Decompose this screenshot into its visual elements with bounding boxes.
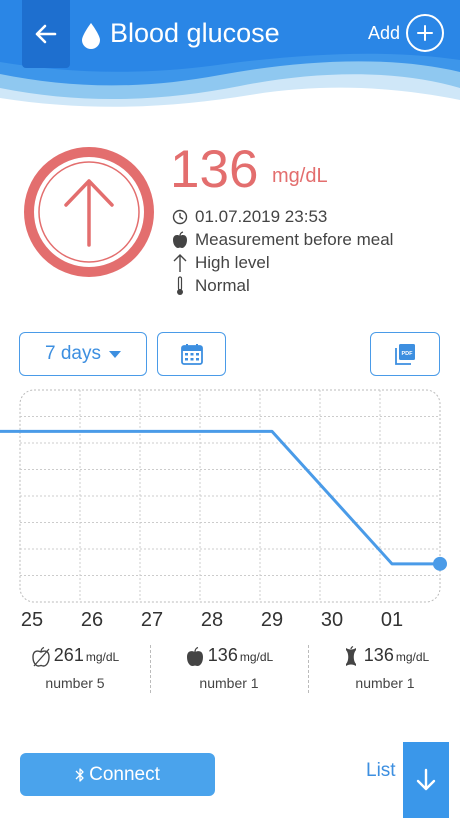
thermometer-icon bbox=[177, 276, 183, 295]
stat-before-meal-outline: 261 mg/dL number 5 bbox=[0, 645, 150, 695]
pdf-export-button[interactable]: PDF bbox=[370, 332, 440, 376]
calendar-button[interactable] bbox=[157, 332, 226, 376]
datetime-row: 01.07.2019 23:53 bbox=[170, 206, 327, 228]
stat-after-meal: 136 mg/dL number 1 bbox=[310, 645, 460, 695]
stat-unit: mg/dL bbox=[395, 650, 430, 664]
chart-x-tick-label: 26 bbox=[81, 609, 103, 631]
stat-label: number 1 bbox=[199, 675, 259, 691]
glucose-unit: mg/dL bbox=[272, 165, 328, 187]
stat-value: 261 bbox=[53, 645, 84, 665]
stat-label: number 5 bbox=[45, 675, 105, 691]
glucose-chart: 25 26 27 28 29 30 01 bbox=[0, 389, 447, 631]
chart-current-point bbox=[433, 556, 447, 571]
glucose-value: 136 bbox=[170, 140, 259, 199]
chart-x-tick-label: 01 bbox=[381, 609, 403, 631]
level-indicator bbox=[24, 147, 154, 277]
reading-meal: Measurement before meal bbox=[195, 230, 394, 249]
list-button[interactable] bbox=[403, 742, 449, 818]
stat-unit: mg/dL bbox=[239, 650, 274, 664]
chart-x-tick-label: 29 bbox=[261, 609, 283, 631]
period-label: 7 days bbox=[45, 343, 101, 364]
period-dropdown[interactable]: 7 days bbox=[19, 332, 147, 376]
chart-x-tick-label: 28 bbox=[201, 609, 223, 631]
arrow-down-icon bbox=[416, 768, 436, 791]
chart-x-tick-label: 27 bbox=[141, 609, 163, 631]
chart-series-line bbox=[0, 429, 440, 566]
apple-outline-icon bbox=[32, 646, 50, 667]
stat-before-meal: 136 mg/dL number 1 bbox=[154, 645, 304, 695]
chevron-down-icon bbox=[108, 350, 121, 358]
arrow-up-icon bbox=[173, 254, 187, 272]
calendar-icon bbox=[180, 344, 203, 365]
app-header: Blood glucose Add bbox=[0, 0, 460, 125]
add-button[interactable] bbox=[406, 14, 444, 52]
stat-unit: mg/dL bbox=[85, 650, 120, 664]
arrow-up-icon bbox=[64, 179, 114, 247]
apple-core-icon bbox=[345, 646, 356, 666]
chart-x-tick-label: 25 bbox=[21, 609, 43, 631]
stat-label: number 1 bbox=[355, 675, 415, 691]
apple-icon bbox=[186, 646, 203, 666]
back-button[interactable] bbox=[22, 0, 70, 68]
stat-divider bbox=[150, 645, 151, 693]
connect-label: Connect bbox=[89, 763, 160, 785]
clock-icon bbox=[172, 209, 188, 225]
status-row: Normal bbox=[170, 275, 250, 297]
connect-button[interactable]: Connect bbox=[20, 753, 215, 796]
svg-text:PDF: PDF bbox=[402, 351, 414, 357]
page-title: Blood glucose bbox=[110, 18, 280, 48]
list-link[interactable]: List bbox=[366, 760, 396, 782]
add-label[interactable]: Add bbox=[368, 23, 400, 44]
pdf-icon: PDF bbox=[395, 344, 415, 365]
plus-icon bbox=[417, 25, 433, 41]
drop-icon bbox=[82, 23, 100, 49]
stat-value: 136 bbox=[363, 645, 394, 665]
reading-level: High level bbox=[195, 253, 270, 272]
stat-divider bbox=[308, 645, 309, 693]
reading-datetime: 01.07.2019 23:53 bbox=[195, 207, 328, 226]
meal-row: Measurement before meal bbox=[170, 229, 393, 251]
stat-value: 136 bbox=[207, 645, 238, 665]
apple-icon bbox=[173, 231, 187, 248]
chart-x-tick-label: 30 bbox=[321, 609, 343, 631]
arrow-left-icon bbox=[35, 24, 57, 44]
reading-status: Normal bbox=[195, 276, 250, 295]
level-row: High level bbox=[170, 252, 270, 274]
bluetooth-icon bbox=[75, 767, 84, 782]
